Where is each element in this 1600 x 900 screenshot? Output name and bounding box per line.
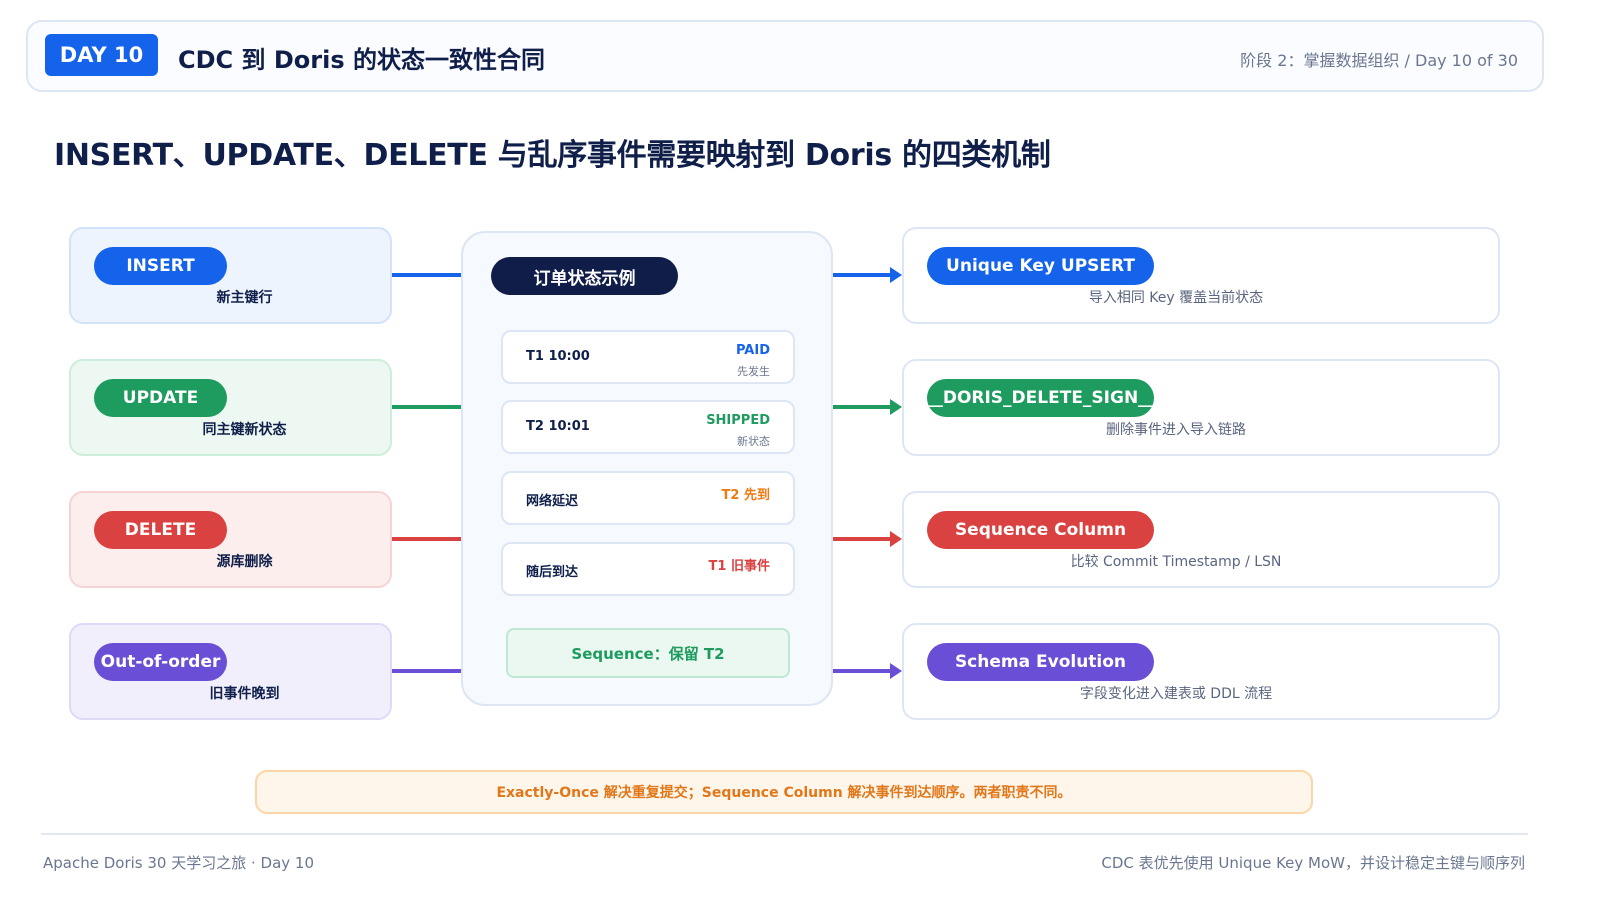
connector-out-of-order-in [392,669,461,673]
event-pill-delete: DELETE [94,511,227,549]
row-status: PAID [735,343,770,358]
event-card-out-of-order: Out-of-order 旧事件晚到 [69,623,392,720]
event-desc-out-of-order: 旧事件晚到 [209,686,280,702]
arrow-schema [890,663,902,679]
example-row-network-delay: 网络延迟 T2 先到 [501,471,795,525]
row-note: 先发生 [737,365,770,378]
connector-delete-sign-out [833,405,891,409]
arrow-delete-sign [890,399,902,415]
row-time: T2 10:01 [526,419,590,434]
event-card-update: UPDATE 同主键新状态 [69,359,392,456]
row-status: T1 旧事件 [708,559,770,574]
sequence-result: Sequence：保留 T2 [506,628,790,678]
footer-series: Apache Doris 30 天学习之旅 · Day 10 [43,854,315,872]
mechanism-desc-upsert: 导入相同 Key 覆盖当前状态 [1088,290,1264,306]
main-heading: INSERT、UPDATE、DELETE 与乱序事件需要映射到 Doris 的四… [54,138,1051,173]
connector-schema-out [833,669,891,673]
mechanism-card-schema: Schema Evolution 字段变化进入建表或 DDL 流程 [902,623,1500,720]
mechanism-pill-schema: Schema Evolution [927,643,1154,681]
arrow-upsert [890,267,902,283]
event-card-insert: INSERT 新主键行 [69,227,392,324]
mechanism-card-upsert: Unique Key UPSERT 导入相同 Key 覆盖当前状态 [902,227,1500,324]
example-row-t2: T2 10:01 SHIPPED 新状态 [501,400,795,454]
mechanism-pill-upsert: Unique Key UPSERT [927,247,1154,285]
header-bar: DAY 10 CDC 到 Doris 的状态一致性合同 阶段 2：掌握数据组织 … [26,20,1544,92]
mechanism-desc-delete-sign: 删除事件进入导入链路 [1106,422,1246,438]
event-pill-out-of-order: Out-of-order [94,643,227,681]
arrow-sequence [890,531,902,547]
footer-tip: CDC 表优先使用 Unique Key MoW，并设计稳定主键与顺序列 [1101,854,1525,872]
event-desc-delete: 源库删除 [216,554,273,570]
connector-insert-in [392,273,461,277]
event-pill-insert: INSERT [94,247,227,285]
event-pill-update: UPDATE [94,379,227,417]
day-badge: DAY 10 [45,34,158,76]
connector-upsert-out [833,273,891,277]
row-status: SHIPPED [706,413,770,428]
mechanism-desc-schema: 字段变化进入建表或 DDL 流程 [1079,686,1273,702]
mechanism-pill-sequence: Sequence Column [927,511,1154,549]
event-desc-update: 同主键新状态 [202,422,287,438]
row-time: 网络延迟 [526,494,579,509]
footer-divider [41,833,1528,835]
example-title: 订单状态示例 [491,257,678,295]
event-card-delete: DELETE 源库删除 [69,491,392,588]
example-row-late-arrival: 随后到达 T1 旧事件 [501,542,795,596]
connector-update-in [392,405,461,409]
mechanism-pill-delete-sign: __DORIS_DELETE_SIGN__ [926,379,1155,417]
row-note: 新状态 [737,435,770,448]
mechanism-desc-sequence: 比较 Commit Timestamp / LSN [1070,554,1282,570]
order-state-example-panel: 订单状态示例 T1 10:00 PAID 先发生 T2 10:01 SHIPPE… [461,231,833,706]
progress-meta: 阶段 2：掌握数据组织 / Day 10 of 30 [1240,51,1518,70]
row-time: 随后到达 [526,565,579,580]
row-status: T2 先到 [721,488,770,503]
mechanism-card-sequence: Sequence Column 比较 Commit Timestamp / LS… [902,491,1500,588]
example-row-t1: T1 10:00 PAID 先发生 [501,330,795,384]
key-takeaway-note: Exactly-Once 解决重复提交；Sequence Column 解决事件… [255,770,1313,814]
event-desc-insert: 新主键行 [216,290,273,306]
mechanism-card-delete-sign: __DORIS_DELETE_SIGN__ 删除事件进入导入链路 [902,359,1500,456]
row-time: T1 10:00 [526,349,590,364]
connector-sequence-out [833,537,891,541]
connector-delete-in [392,537,461,541]
page-title: CDC 到 Doris 的状态一致性合同 [178,46,545,74]
